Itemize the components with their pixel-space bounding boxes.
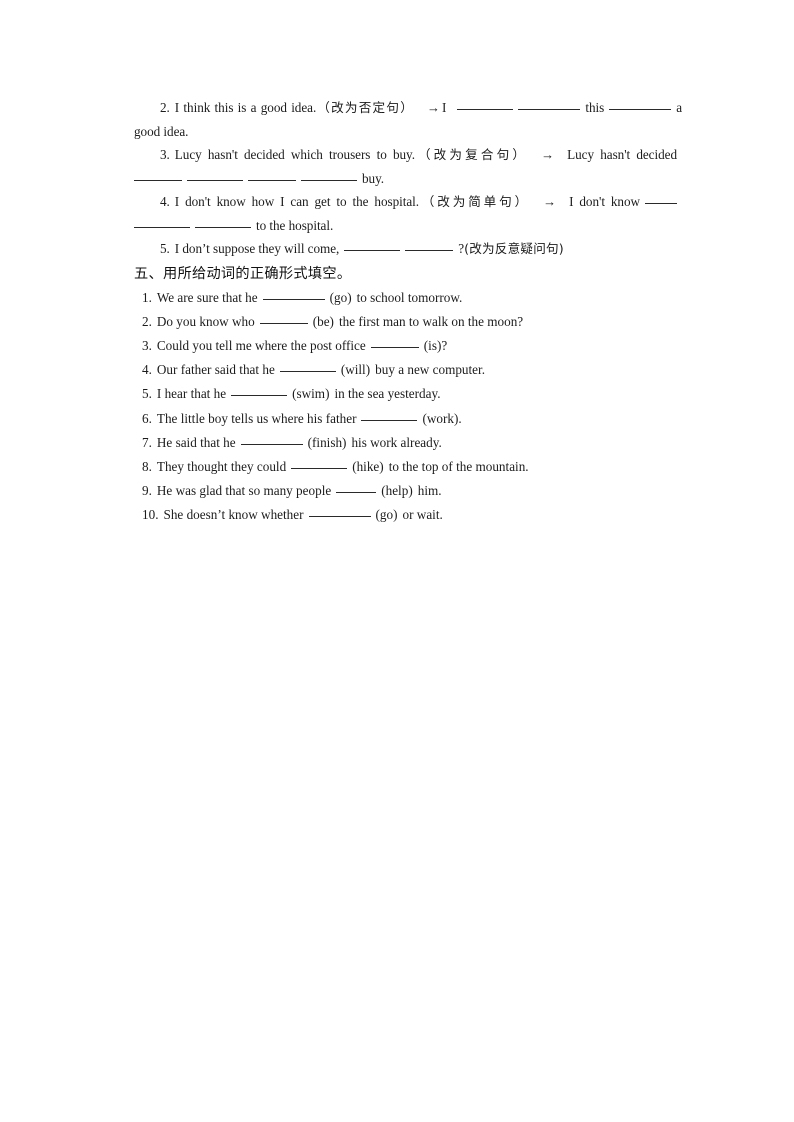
answer-blank[interactable] [301, 170, 357, 181]
document-content: 2. I think this is a good idea.（改为否定句） → It… [134, 96, 682, 528]
answer-blank[interactable] [279, 361, 336, 373]
answer-mid: this [585, 100, 605, 115]
item-sentence: I think this is a good idea. [174, 100, 317, 115]
answer-blank[interactable] [134, 217, 190, 228]
answer-blank[interactable] [361, 410, 418, 421]
answer-tail: buy. [362, 170, 385, 186]
question-number: 6. [142, 410, 152, 426]
item-instruction: （改为简单句） [419, 194, 531, 209]
question-hint: (is)? [423, 337, 448, 353]
question-text-before: She doesn’t know whether [163, 507, 304, 523]
answer-lead: I [441, 100, 447, 115]
list-item: 10. She doesn’t know whether (go) or wait. [134, 503, 682, 527]
question-number: 7. [142, 434, 152, 450]
answer-lead: Lucy hasn't decided [567, 147, 677, 162]
answer-tail: to the hospital. [256, 217, 334, 233]
item-sentence: Lucy hasn't decided which trousers to bu… [174, 147, 415, 162]
question-number: 3. [142, 337, 152, 353]
list-item: 1. We are sure that he (go) to school tomor… [134, 286, 682, 310]
question-number: 4. [142, 362, 152, 378]
transform-arrow-icon: → [543, 194, 557, 209]
question-text-after: him. [417, 483, 442, 499]
answer-blank[interactable] [231, 385, 288, 397]
question-text-after: to school tomorrow. [356, 289, 463, 305]
question-hint: (work). [422, 410, 462, 426]
question-number: 5. [142, 386, 152, 402]
question-number: 1. [142, 289, 152, 305]
item-number: 4. [160, 194, 170, 209]
question-number: 10. [142, 507, 159, 523]
list-item: 5. I hear that he (swim) in the sea yesterd… [134, 382, 682, 406]
answer-blank[interactable] [262, 289, 325, 300]
question-hint: (finish) [307, 434, 347, 450]
question-number: 2. [142, 313, 152, 329]
exercise-item-2: 2. I think this is a good idea.（改为否定句） → It… [134, 96, 682, 143]
question-text-after: or wait. [402, 507, 443, 523]
question-hint: (will) [340, 362, 371, 378]
document-page: 2. I think this is a good idea.（改为否定句） → It… [0, 0, 794, 1122]
exercise-item-3: 3. Lucy hasn't decided which trousers to … [134, 143, 682, 190]
answer-blank[interactable] [259, 313, 308, 324]
item-instruction: （改为否定句） [316, 100, 415, 115]
exercise-item-5: 5. I don’t suppose they will come, ?(改为反意疑… [134, 237, 682, 261]
question-hint: (go) [375, 507, 398, 523]
item-number: 3. [160, 147, 170, 162]
question-text-after: to the top of the mountain. [388, 458, 529, 474]
question-text-before: I hear that he [156, 386, 227, 402]
question-text-before: Do you know who [156, 313, 255, 329]
question-hint: (be) [312, 313, 334, 329]
answer-blank[interactable] [187, 170, 243, 181]
answer-blank[interactable] [344, 240, 401, 251]
question-text-before: Could you tell me where the post office [156, 337, 366, 353]
list-item: 9. He was glad that so many people (help) h… [134, 479, 682, 503]
answer-blank[interactable] [405, 240, 454, 251]
question-text-before: Our father said that he [156, 362, 275, 378]
section-five-heading: 五、用所给动词的正确形式填空。 [134, 265, 352, 282]
list-item: 2. Do you know who (be) the first man to wa… [134, 310, 682, 334]
question-number: 9. [142, 483, 152, 499]
question-hint: (help) [381, 483, 413, 499]
item-number: 5. [160, 241, 170, 256]
item-sentence: I don't know how I can get to the hospit… [174, 194, 420, 209]
answer-blank[interactable] [609, 99, 672, 110]
answer-blank[interactable] [291, 458, 348, 469]
question-hint: (go) [329, 289, 352, 305]
item-instruction: （改为复合句） [414, 147, 529, 162]
answer-blank[interactable] [336, 482, 377, 494]
section-five-question-list: 1. We are sure that he (go) to school tomor… [134, 286, 682, 528]
answer-blank[interactable] [240, 434, 303, 445]
question-text-after: buy a new computer. [375, 362, 485, 378]
answer-blank[interactable] [248, 170, 296, 181]
item-sentence: I don’t suppose they will come, [174, 241, 340, 256]
item-number: 2. [160, 100, 170, 115]
list-item: 6. The little boy tells us where his fath… [134, 407, 682, 431]
question-text-after: the first man to walk on the moon? [338, 313, 524, 329]
answer-blank[interactable] [134, 170, 182, 181]
question-hint: (swim) [292, 386, 330, 402]
answer-blank[interactable] [457, 99, 514, 110]
transform-arrow-icon: → [427, 100, 440, 115]
question-text-before: They thought they could [156, 458, 287, 474]
answer-blank[interactable] [370, 337, 419, 348]
question-text-after: in the sea yesterday. [334, 386, 441, 402]
question-text-before: We are sure that he [156, 289, 258, 305]
answer-blank[interactable] [645, 193, 677, 204]
item-instruction: (改为反意疑问句) [464, 241, 564, 256]
question-text-before: He was glad that so many people [156, 483, 332, 499]
list-item: 7. He said that he (finish) his work alread… [134, 431, 682, 455]
answer-blank[interactable] [195, 217, 251, 228]
answer-blank[interactable] [518, 99, 581, 110]
question-text-after: his work already. [351, 434, 442, 450]
question-text-before: The little boy tells us where his father [156, 410, 357, 426]
list-item: 3. Could you tell me where the post offic… [134, 334, 682, 358]
exercise-item-4: 4. I don't know how I can get to the hosp… [134, 190, 682, 237]
answer-blank[interactable] [308, 506, 371, 518]
question-text-before: He said that he [156, 434, 236, 450]
question-hint: (hike) [352, 458, 384, 474]
list-item: 8. They thought they could (hike) to the to… [134, 455, 682, 479]
list-item: 4. Our father said that he (will) buy a new… [134, 358, 682, 382]
question-number: 8. [142, 458, 152, 474]
transform-arrow-icon: → [541, 147, 555, 162]
answer-lead: I don't know [569, 194, 640, 209]
